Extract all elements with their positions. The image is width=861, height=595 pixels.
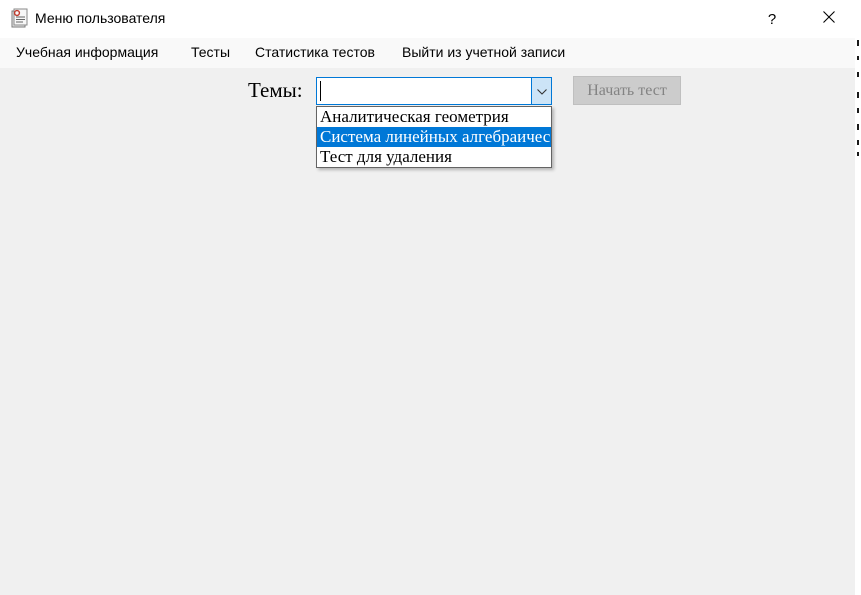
close-button[interactable] [806, 0, 852, 38]
topics-combobox[interactable] [316, 77, 552, 105]
background-window-edge [855, 0, 861, 595]
user-menu-window: Меню пользователя ? Учебная информация Т… [0, 0, 855, 595]
start-test-button[interactable]: Начать тест [573, 76, 681, 105]
combobox-dropdown-button[interactable] [531, 78, 551, 104]
window-title: Меню пользователя [35, 10, 166, 26]
dropdown-option-delete-test[interactable]: Тест для удаления [317, 147, 551, 167]
menu-item-test-statistics[interactable]: Статистика тестов [255, 44, 375, 60]
topics-label: Темы: [248, 78, 303, 102]
title-bar: Меню пользователя ? [0, 0, 855, 38]
chevron-down-icon [536, 82, 547, 100]
text-caret [320, 81, 321, 101]
help-button[interactable]: ? [750, 0, 794, 38]
dropdown-option-linear-systems[interactable]: Система линейных алгебраичес [317, 127, 551, 147]
menu-item-tests[interactable]: Тесты [191, 44, 230, 60]
app-document-icon [10, 8, 28, 28]
close-icon [823, 10, 835, 28]
menu-item-logout[interactable]: Выйти из учетной записи [402, 44, 565, 60]
topics-dropdown-list: Аналитическая геометрия Система линейных… [316, 106, 552, 168]
menu-item-study-info[interactable]: Учебная информация [16, 44, 158, 60]
dropdown-option-analytic-geometry[interactable]: Аналитическая геометрия [317, 107, 551, 127]
menu-bar: Учебная информация Тесты Статистика тест… [0, 38, 855, 68]
